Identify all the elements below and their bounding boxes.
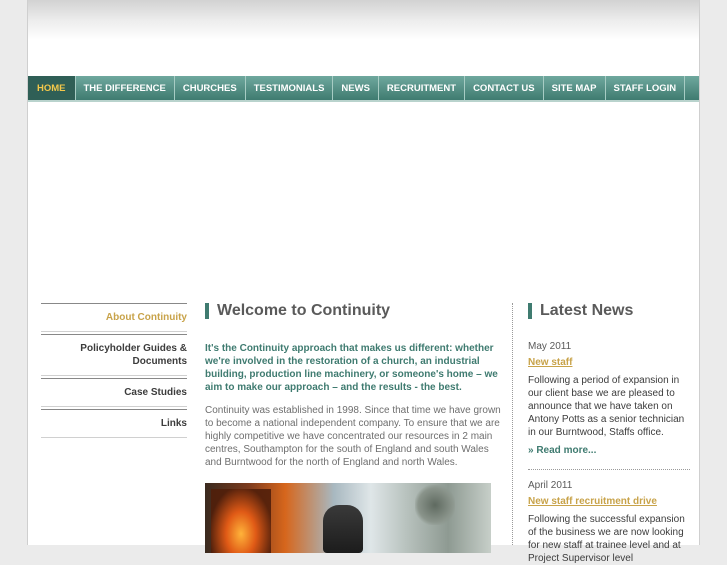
intro-text: It's the Continuity approach that makes … [205,343,498,393]
nav-item-site-map[interactable]: SITE MAP [544,76,606,100]
nav-item-staff-login[interactable]: STAFF LOGIN [606,76,686,100]
news-headline-link[interactable]: New staff [528,357,690,368]
news-body: Following the successful expansion of th… [528,514,685,564]
nav-item-news[interactable]: NEWS [333,76,379,100]
news-body: Following a period of expansion in our c… [528,375,685,438]
news-headline-link[interactable]: New staff recruitment drive [528,496,690,507]
sidebar-item-links[interactable]: Links [41,409,187,438]
news-column: Latest News May 2011 New staff Following… [528,303,690,565]
news-item: May 2011 New staff Following a period of… [528,341,690,470]
main-content: Welcome to Continuity It's the Continuit… [205,303,501,553]
nav-item-contact-us[interactable]: CONTACT US [465,76,544,100]
news-item: April 2011 New staff recruitment drive F… [528,480,690,565]
news-date: April 2011 [528,480,573,491]
nav-item-home[interactable]: HOME [28,76,76,100]
page-container: HOME THE DIFFERENCE CHURCHES TESTIMONIAL… [27,0,700,564]
photo-tree [415,485,455,525]
nav-item-the-difference[interactable]: THE DIFFERENCE [76,76,175,100]
feature-photo [205,483,491,553]
news-date: May 2011 [528,341,572,352]
read-more-link[interactable]: » Read more... [528,445,690,456]
photo-fire [211,489,271,553]
sidebar-item-about-continuity[interactable]: About Continuity [41,303,187,332]
banner-area [28,102,699,292]
news-separator [528,469,690,470]
nav-item-recruitment[interactable]: RECRUITMENT [379,76,466,100]
column-divider [512,303,513,545]
sidebar-menu: About Continuity Policyholder Guides & D… [41,303,187,440]
page-title: Welcome to Continuity [205,303,501,319]
news-title: Latest News [528,303,690,319]
header [28,0,699,76]
sidebar-item-case-studies[interactable]: Case Studies [41,378,187,407]
photo-firefighter [323,505,363,553]
nav-item-churches[interactable]: CHURCHES [175,76,246,100]
body-text: Continuity was established in 1998. Sinc… [205,405,501,468]
main-nav: HOME THE DIFFERENCE CHURCHES TESTIMONIAL… [28,76,699,102]
nav-item-testimonials[interactable]: TESTIMONIALS [246,76,334,100]
sidebar-item-policyholder-guides[interactable]: Policyholder Guides & Documents [41,334,187,376]
